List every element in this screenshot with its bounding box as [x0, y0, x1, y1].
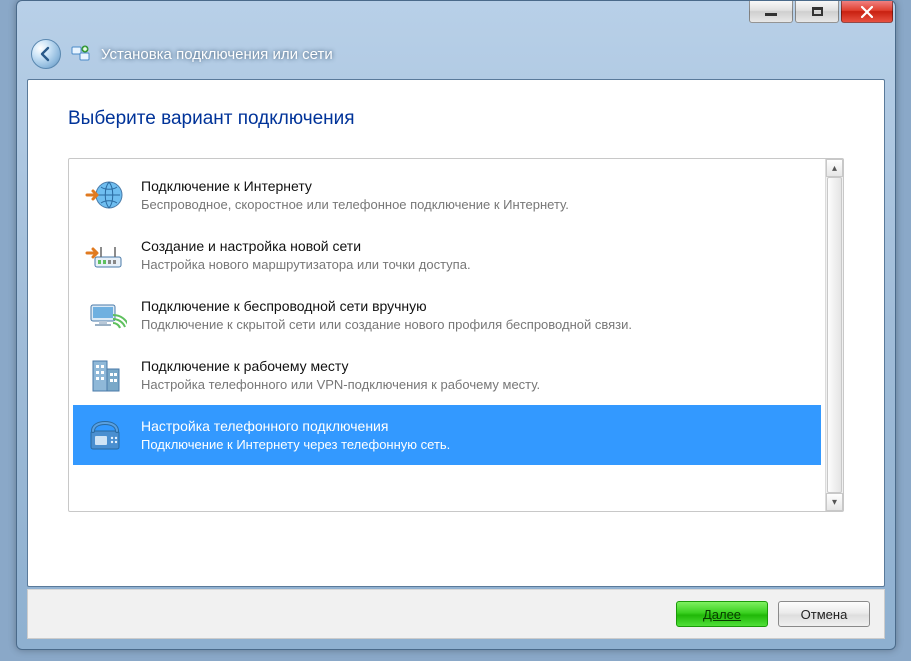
- window-title: Установка подключения или сети: [101, 46, 333, 63]
- option-title: Настройка телефонного подключения: [141, 417, 811, 436]
- cancel-button[interactable]: Отмена: [778, 601, 870, 627]
- option-desc: Настройка нового маршрутизатора или точк…: [141, 256, 811, 274]
- option-desc: Подключение к Интернету через телефонную…: [141, 436, 811, 454]
- option-text: Подключение к ИнтернетуБеспроводное, ско…: [141, 177, 811, 213]
- option-title: Подключение к Интернету: [141, 177, 811, 196]
- minimize-button[interactable]: [749, 1, 793, 23]
- option-title: Создание и настройка новой сети: [141, 237, 811, 256]
- next-button[interactable]: Далее: [676, 601, 768, 627]
- connection-option[interactable]: Подключение к беспроводной сети вручнуюП…: [73, 285, 821, 345]
- options-list: Подключение к ИнтернетуБеспроводное, ско…: [69, 159, 825, 511]
- window-controls: [749, 1, 893, 23]
- connection-option[interactable]: Подключение к рабочему местуНастройка те…: [73, 345, 821, 405]
- option-desc: Беспроводное, скоростное или телефонное …: [141, 196, 811, 214]
- scrollbar[interactable]: ▴ ▾: [825, 159, 843, 511]
- option-text: Настройка телефонного подключенияПодключ…: [141, 417, 811, 453]
- network-wizard-icon: [71, 44, 91, 64]
- titlebar: [17, 1, 895, 29]
- maximize-button[interactable]: [795, 1, 839, 23]
- connection-options: Подключение к ИнтернетуБеспроводное, ско…: [68, 158, 844, 512]
- building-icon: [83, 353, 127, 397]
- wireless-monitor-icon: [83, 293, 127, 337]
- header: Установка подключения или сети: [17, 29, 895, 79]
- router-arrow-icon: [83, 233, 127, 277]
- connection-option[interactable]: Создание и настройка новой сетиНастройка…: [73, 225, 821, 285]
- option-text: Создание и настройка новой сетиНастройка…: [141, 237, 811, 273]
- wizard-window: Установка подключения или сети Выберите …: [16, 0, 896, 650]
- content-panel: Выберите вариант подключения Подключение…: [27, 79, 885, 587]
- option-title: Подключение к рабочему месту: [141, 357, 811, 376]
- scroll-track[interactable]: [826, 177, 843, 493]
- footer: Далее Отмена: [27, 589, 885, 639]
- option-text: Подключение к беспроводной сети вручнуюП…: [141, 297, 811, 333]
- option-desc: Настройка телефонного или VPN-подключени…: [141, 376, 811, 394]
- option-title: Подключение к беспроводной сети вручную: [141, 297, 811, 316]
- option-text: Подключение к рабочему местуНастройка те…: [141, 357, 811, 393]
- phone-modem-icon: [83, 413, 127, 457]
- close-button[interactable]: [841, 1, 893, 23]
- option-desc: Подключение к скрытой сети или создание …: [141, 316, 811, 334]
- globe-arrow-icon: [83, 173, 127, 217]
- scroll-down-button[interactable]: ▾: [826, 493, 843, 511]
- back-button[interactable]: [31, 39, 61, 69]
- scroll-up-button[interactable]: ▴: [826, 159, 843, 177]
- scroll-thumb[interactable]: [827, 177, 842, 493]
- connection-option[interactable]: Подключение к ИнтернетуБеспроводное, ско…: [73, 165, 821, 225]
- page-heading: Выберите вариант подключения: [68, 108, 844, 130]
- connection-option[interactable]: Настройка телефонного подключенияПодключ…: [73, 405, 821, 465]
